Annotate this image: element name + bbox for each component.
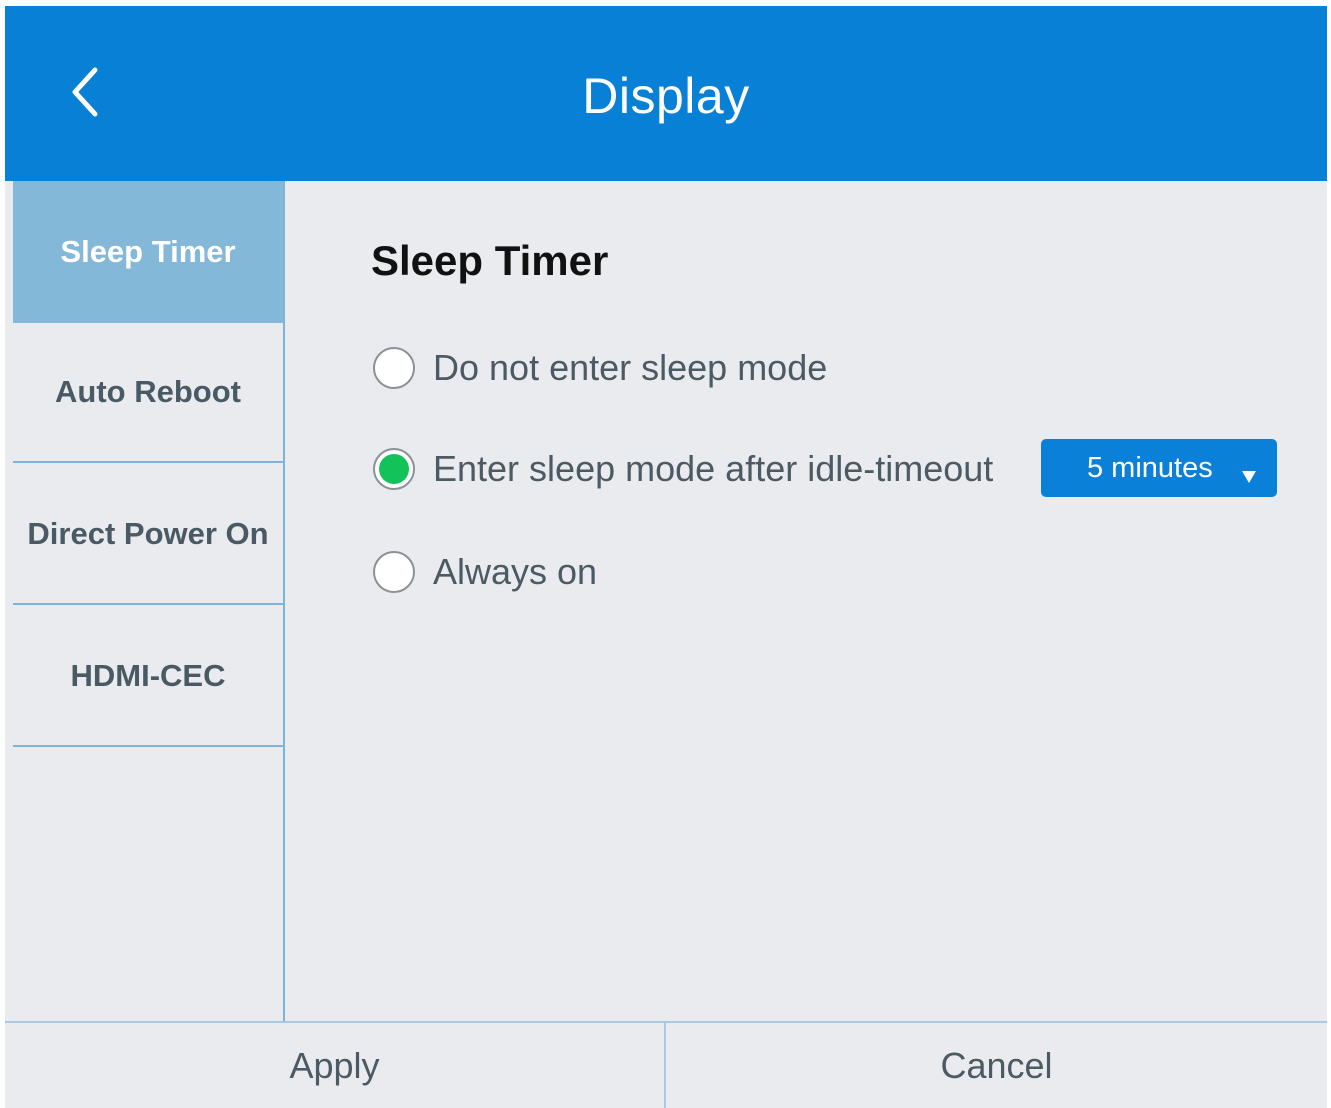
- back-button[interactable]: [57, 58, 113, 130]
- apply-button[interactable]: Apply: [5, 1023, 664, 1108]
- section-title: Sleep Timer: [371, 237, 609, 284]
- option-label: Always on: [433, 551, 598, 592]
- radio-button[interactable]: [373, 551, 415, 593]
- header-bar: Display: [5, 6, 1327, 181]
- main-content: Sleep Timer Do not enter sleep mode Ente…: [285, 181, 1327, 1021]
- sidebar-item-label: Direct Power On: [27, 516, 269, 551]
- sidebar-item-label: Sleep Timer: [60, 234, 236, 269]
- sidebar-item-direct-power-on[interactable]: Direct Power On: [13, 465, 283, 605]
- sidebar-item-label: HDMI-CEC: [70, 658, 226, 693]
- option-do-not-sleep[interactable]: Do not enter sleep mode: [373, 343, 827, 393]
- sidebar-item-label: Auto Reboot: [55, 374, 241, 409]
- chevron-left-icon: [69, 66, 101, 123]
- page-title: Display: [582, 68, 750, 124]
- cancel-button[interactable]: Cancel: [666, 1023, 1327, 1108]
- sidebar: Sleep Timer Auto Reboot Direct Power On …: [13, 181, 283, 1021]
- radio-selected-dot: [379, 454, 409, 484]
- select-value: 5 minutes: [1087, 452, 1213, 484]
- option-label: Enter sleep mode after idle-timeout: [433, 448, 994, 489]
- option-label: Do not enter sleep mode: [433, 347, 828, 388]
- display-settings-screen: Display Sleep Timer Auto Reboot Direct P…: [5, 6, 1327, 1108]
- option-always-on[interactable]: Always on: [373, 547, 597, 597]
- footer-bar: Apply Cancel: [5, 1021, 1327, 1108]
- dropdown-arrow-icon: [1241, 459, 1257, 492]
- idle-timeout-select[interactable]: 5 minutes: [1041, 439, 1277, 497]
- radio-button[interactable]: [373, 347, 415, 389]
- sidebar-item-sleep-timer[interactable]: Sleep Timer: [13, 181, 283, 323]
- option-sleep-after-idle[interactable]: Enter sleep mode after idle-timeout: [373, 444, 993, 494]
- sidebar-item-hdmi-cec[interactable]: HDMI-CEC: [13, 607, 283, 747]
- sidebar-item-auto-reboot[interactable]: Auto Reboot: [13, 323, 283, 463]
- radio-button-selected[interactable]: [373, 448, 415, 490]
